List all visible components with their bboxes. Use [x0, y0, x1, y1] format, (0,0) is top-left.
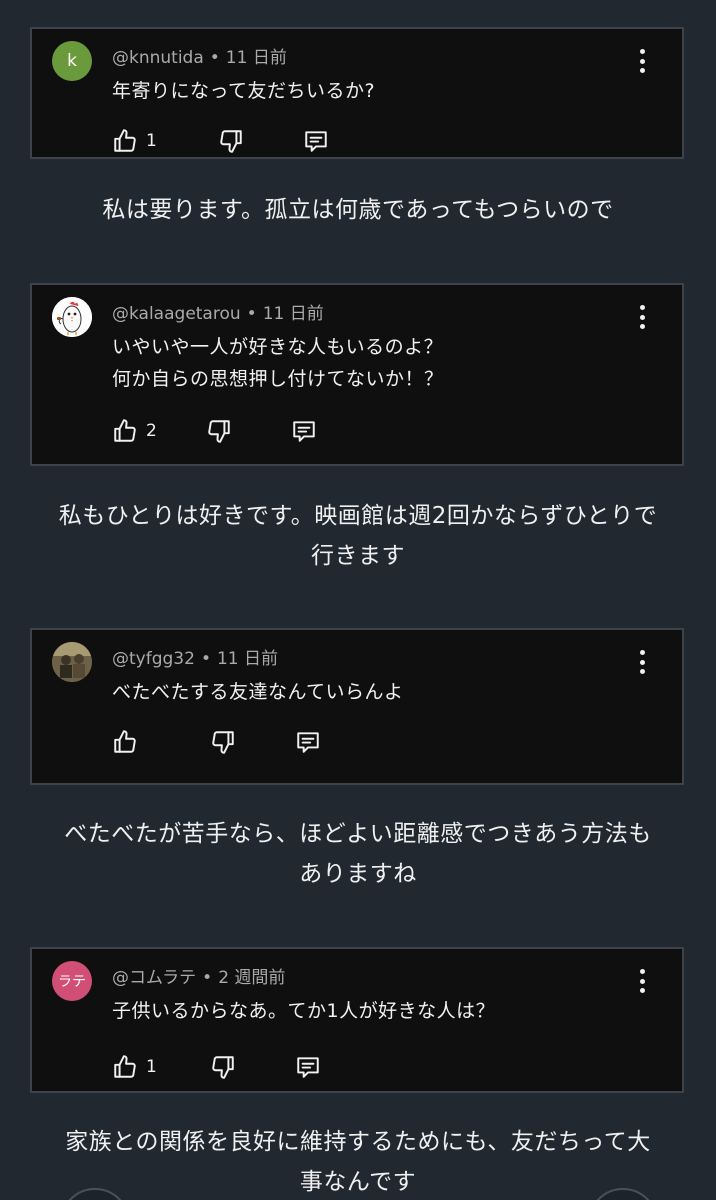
like-count: 2 — [146, 421, 157, 441]
thumbs-up-icon — [114, 730, 136, 753]
reply-text: 私もひとりは好きです。映画館は週2回かならずひとりで 行きます — [0, 496, 716, 576]
comment-text-line: いやいや一人が好きな人もいるのよ？ — [112, 336, 444, 358]
chicken-icon — [52, 297, 92, 337]
meta-separator: • — [200, 649, 211, 669]
reply-button[interactable] — [302, 128, 330, 154]
dislike-button[interactable] — [210, 1054, 236, 1080]
meta-separator: • — [202, 968, 213, 988]
more-vert-icon-dot — [639, 978, 645, 984]
more-vert-icon-dot — [639, 58, 645, 64]
reply-text: 私は要ります。孤立は何歳であってもつらいので — [0, 190, 716, 230]
dislike-button[interactable] — [210, 729, 236, 755]
reply-text-line: 家族との関係を良好に維持するためにも、友だちって大 — [65, 1129, 651, 1155]
comment-text-line: 子供いるからなあ。てか1人が好きな人は？ — [112, 1000, 496, 1022]
reply-text: 家族との関係を良好に維持するためにも、友だちって大 事なんです — [0, 1122, 716, 1200]
comment-text: いやいや一人が好きな人もいるのよ？ 何か自らの思想押し付けてないか！？ — [112, 331, 444, 395]
comment-text-line: 何か自らの思想押し付けてないか！？ — [112, 368, 444, 390]
avatar[interactable] — [52, 297, 92, 337]
like-count: 1 — [146, 1057, 157, 1077]
reply-text-line: べたべたが苦手なら、ほどよい距離感でつきあう方法も — [64, 821, 652, 847]
avatar-initial: k — [67, 51, 77, 71]
more-vert-icon — [639, 969, 645, 974]
avatar-initial: ラテ — [58, 974, 86, 990]
like-button[interactable]: 1 — [112, 128, 160, 154]
comment-card: @tyfgg32 • 11 日前 べたべたする友達なんていらんよ — [30, 628, 684, 785]
comment-timestamp[interactable]: 11 日前 — [217, 649, 278, 669]
more-vert-icon-dot — [639, 324, 645, 329]
comment-meta: @tyfgg32 • 11 日前 — [112, 644, 278, 669]
more-options-button[interactable] — [630, 49, 654, 73]
comment-icon — [293, 421, 315, 442]
like-button[interactable]: 1 — [112, 1054, 160, 1080]
meta-separator: • — [246, 304, 257, 324]
more-options-button[interactable] — [630, 969, 654, 993]
thumbs-up-icon — [114, 419, 136, 442]
thumbs-down-icon — [220, 130, 242, 153]
more-vert-icon-dot — [639, 988, 645, 993]
comment-meta: @コムラテ • 2 週間前 — [112, 963, 285, 988]
more-options-button[interactable] — [630, 305, 654, 329]
comment-card: @kalaagetarou • 11 日前 いやいや一人が好きな人もいるのよ？ 何か… — [30, 283, 684, 466]
comment-text-line: べたべたする友達なんていらんよ — [112, 681, 404, 703]
photo-avatar-icon — [52, 642, 92, 682]
comment-timestamp[interactable]: 11 日前 — [226, 48, 287, 68]
comment-text: べたべたする友達なんていらんよ — [112, 676, 404, 708]
comment-icon — [297, 732, 319, 753]
more-vert-icon-dot — [639, 669, 645, 674]
reply-text: べたべたが苦手なら、ほどよい距離感でつきあう方法も ありますね — [0, 814, 716, 894]
comment-text: 子供いるからなあ。てか1人が好きな人は？ — [112, 995, 495, 1027]
reply-button[interactable] — [294, 729, 322, 755]
more-vert-icon — [639, 650, 645, 655]
avatar[interactable] — [52, 642, 92, 682]
comment-card: ラテ @コムラテ • 2 週間前 子供いるからなあ。てか1人が好きな人は？ 1 — [30, 947, 684, 1093]
thumbs-down-icon — [208, 420, 230, 443]
comment-actions — [112, 727, 322, 757]
like-button[interactable]: 2 — [112, 418, 160, 444]
more-vert-icon-dot — [639, 68, 645, 73]
comment-author-handle[interactable]: @kalaagetarou — [112, 304, 241, 324]
comment-timestamp[interactable]: 2 週間前 — [218, 968, 285, 988]
more-vert-icon-dot — [639, 314, 645, 320]
comment-text-line: 年寄りになって友だちいるか? — [112, 80, 376, 102]
dislike-button[interactable] — [206, 418, 232, 444]
like-button[interactable] — [112, 729, 160, 755]
comment-meta: @kalaagetarou • 11 日前 — [112, 299, 324, 324]
comment-timestamp[interactable]: 11 日前 — [263, 304, 324, 324]
comment-meta: @knnutida • 11 日前 — [112, 43, 287, 68]
reply-text-line: ありますね — [299, 861, 417, 887]
like-count: 1 — [146, 131, 157, 151]
thumbs-up-icon — [114, 1055, 136, 1078]
reply-button[interactable] — [294, 1054, 322, 1080]
comment-text: 年寄りになって友だちいるか? — [112, 75, 375, 107]
thumbs-up-icon — [114, 129, 136, 152]
reply-button[interactable] — [290, 418, 318, 444]
reply-text-line: 私もひとりは好きです。映画館は週2回かならずひとりで — [58, 503, 658, 529]
more-options-button[interactable] — [630, 650, 654, 674]
reply-text-line: 私は要ります。孤立は何歳であってもつらいので — [102, 197, 614, 223]
comment-author-handle[interactable]: @knnutida — [112, 48, 204, 68]
thumbs-down-icon — [212, 731, 234, 754]
comment-actions: 1 — [112, 1052, 322, 1082]
comment-actions: 1 — [112, 126, 330, 156]
comment-icon — [297, 1057, 319, 1078]
comment-thread-page: k @knnutida • 11 日前 年寄りになって友だちいるか? 1 私は要… — [0, 0, 716, 1200]
avatar[interactable]: k — [52, 41, 92, 81]
comment-actions: 2 — [112, 416, 318, 446]
comment-author-handle[interactable]: @コムラテ — [112, 968, 196, 988]
comment-card: k @knnutida • 11 日前 年寄りになって友だちいるか? 1 — [30, 27, 684, 159]
thumbs-down-icon — [212, 1056, 234, 1079]
more-vert-icon-dot — [639, 659, 645, 665]
comment-author-handle[interactable]: @tyfgg32 — [112, 649, 195, 669]
meta-separator: • — [209, 48, 220, 68]
more-vert-icon — [639, 49, 645, 54]
comment-icon — [305, 131, 327, 152]
more-vert-icon — [639, 305, 645, 310]
dislike-button[interactable] — [218, 128, 244, 154]
reply-text-line: 行きます — [311, 543, 405, 569]
avatar[interactable]: ラテ — [52, 961, 92, 1001]
